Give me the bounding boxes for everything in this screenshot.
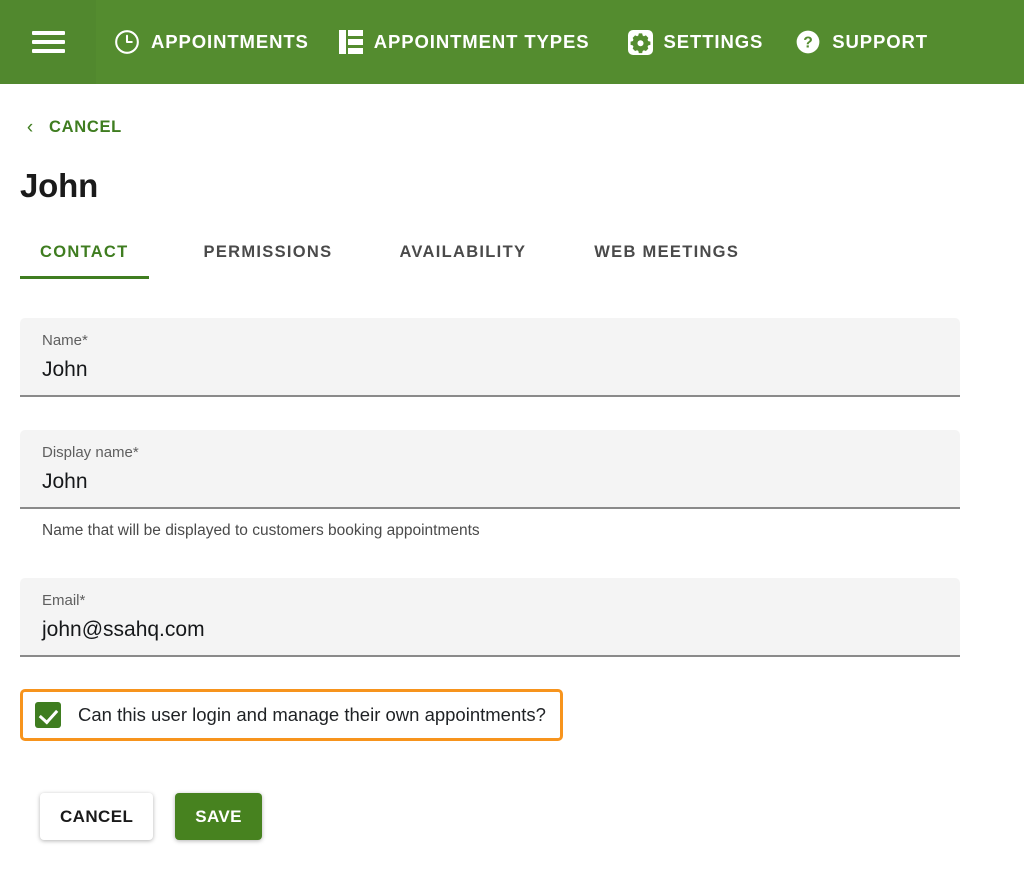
email-field[interactable]: Email* john@ssahq.com	[20, 578, 960, 658]
name-field-group: Name* John	[20, 318, 1004, 398]
name-field-label: Name*	[42, 332, 88, 349]
nav-item-appointment-types-label: APPOINTMENT TYPES	[373, 31, 590, 52]
back-cancel-link[interactable]: ‹ CANCEL	[20, 118, 122, 137]
login-permission-checkbox-label: Can this user login and manage their own…	[78, 704, 546, 726]
tab-contact-label: CONTACT	[40, 243, 129, 261]
display-name-field-group: Display name* John Name that will be dis…	[20, 430, 1004, 540]
page-content: ‹ CANCEL John CONTACT PERMISSIONS AVAILA…	[0, 118, 1024, 841]
login-permission-checkbox[interactable]	[35, 702, 61, 729]
hamburger-menu-button[interactable]	[0, 0, 96, 84]
form-spacer	[20, 540, 1004, 578]
tab-permissions-label: PERMISSIONS	[203, 243, 333, 261]
nav-item-support[interactable]: ? SUPPORT	[795, 0, 928, 84]
name-field-value[interactable]: John	[42, 356, 938, 383]
tab-web-meetings-label: WEB MEETINGS	[594, 243, 740, 261]
display-name-field-value[interactable]: John	[42, 468, 938, 495]
nav-item-settings-label: SETTINGS	[663, 31, 764, 52]
nav-item-appointments[interactable]: APPOINTMENTS	[114, 0, 309, 84]
tab-web-meetings[interactable]: WEB MEETINGS	[574, 243, 759, 279]
form-actions: CANCEL SAVE	[20, 793, 1004, 841]
nav-item-support-label: SUPPORT	[832, 31, 928, 52]
tab-availability[interactable]: AVAILABILITY	[379, 243, 546, 279]
svg-text:?: ?	[803, 34, 813, 51]
nav-item-settings[interactable]: SETTINGS	[627, 0, 764, 84]
tab-contact[interactable]: CONTACT	[20, 243, 149, 279]
email-field-label: Email*	[42, 592, 86, 610]
display-name-field[interactable]: Display name* John	[20, 430, 960, 510]
gear-icon	[627, 29, 653, 55]
save-button[interactable]: SAVE	[175, 793, 262, 841]
name-field[interactable]: Name* John	[20, 318, 960, 398]
page-title: John	[20, 167, 99, 204]
login-permission-checkbox-row[interactable]: Can this user login and manage their own…	[20, 689, 563, 742]
back-cancel-label: CANCEL	[49, 118, 122, 136]
nav-item-appointment-types[interactable]: APPOINTMENT TYPES	[338, 0, 590, 84]
contact-form: Name* John Display name* John Name that …	[20, 318, 1004, 742]
form-spacer	[20, 397, 1004, 430]
tab-bar: CONTACT PERMISSIONS AVAILABILITY WEB MEE…	[20, 243, 1004, 280]
tab-availability-label: AVAILABILITY	[399, 243, 527, 261]
chevron-left-icon: ‹	[26, 117, 34, 138]
email-field-value[interactable]: john@ssahq.com	[42, 616, 938, 643]
clock-icon	[114, 29, 140, 55]
top-app-bar: APPOINTMENTS APPOINTMENT TYPES SETTINGS	[0, 0, 1024, 84]
hamburger-menu-icon	[31, 31, 65, 53]
display-name-field-hint: Name that will be displayed to customers…	[42, 522, 480, 540]
email-field-group: Email* john@ssahq.com	[20, 578, 1004, 658]
nav-item-appointments-label: APPOINTMENTS	[151, 31, 309, 52]
list-grid-icon	[338, 30, 363, 54]
display-name-field-label: Display name*	[42, 444, 139, 462]
question-mark-circle-icon: ?	[795, 29, 821, 55]
cancel-button[interactable]: CANCEL	[40, 793, 154, 841]
tab-permissions[interactable]: PERMISSIONS	[184, 243, 353, 279]
